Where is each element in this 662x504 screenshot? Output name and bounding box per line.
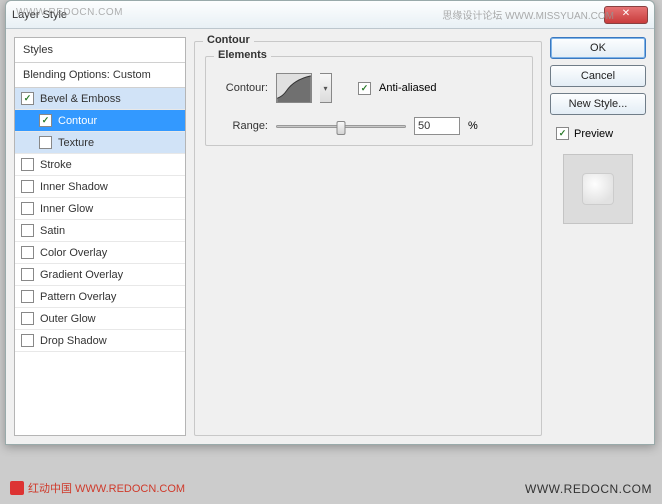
- preview-row: Preview: [556, 127, 646, 140]
- style-item-label: Drop Shadow: [40, 335, 107, 347]
- redocn-logo-icon: [10, 481, 24, 495]
- style-checkbox[interactable]: [21, 334, 34, 347]
- style-item-bevel-emboss[interactable]: Bevel & Emboss: [15, 88, 185, 110]
- style-checkbox[interactable]: [39, 114, 52, 127]
- style-item-texture[interactable]: Texture: [15, 132, 185, 154]
- styles-panel: Styles Blending Options: Custom Bevel & …: [14, 37, 186, 436]
- style-item-inner-shadow[interactable]: Inner Shadow: [15, 176, 185, 198]
- elements-group-title: Elements: [214, 49, 271, 61]
- elements-group: Elements Contour: Anti-aliased Range:: [205, 56, 533, 146]
- preview-thumbnail: [582, 173, 614, 205]
- style-list: Bevel & Emboss Contour Texture Stroke Inner …: [15, 88, 185, 352]
- blending-options-row[interactable]: Blending Options: Custom: [15, 63, 185, 88]
- anti-aliased-label: Anti-aliased: [379, 82, 436, 94]
- contour-dropdown[interactable]: [320, 73, 332, 103]
- style-item-label: Inner Glow: [40, 203, 93, 215]
- watermark-left: WWW.REDOCN.COM: [16, 7, 123, 18]
- style-item-inner-glow[interactable]: Inner Glow: [15, 198, 185, 220]
- style-item-outer-glow[interactable]: Outer Glow: [15, 308, 185, 330]
- style-item-gradient-overlay[interactable]: Gradient Overlay: [15, 264, 185, 286]
- styles-header[interactable]: Styles: [15, 38, 185, 63]
- style-item-label: Color Overlay: [40, 247, 107, 259]
- right-button-panel: OK Cancel New Style... Preview: [550, 37, 646, 436]
- range-slider-thumb[interactable]: [337, 121, 346, 135]
- style-item-label: Stroke: [40, 159, 72, 171]
- anti-aliased-checkbox[interactable]: [358, 82, 371, 95]
- style-checkbox[interactable]: [21, 224, 34, 237]
- style-checkbox[interactable]: [21, 158, 34, 171]
- style-item-label: Pattern Overlay: [40, 291, 116, 303]
- style-item-pattern-overlay[interactable]: Pattern Overlay: [15, 286, 185, 308]
- style-checkbox[interactable]: [21, 246, 34, 259]
- titlebar[interactable]: Layer Style WWW.REDOCN.COM 思缘设计论坛 WWW.MI…: [6, 1, 654, 29]
- style-item-label: Bevel & Emboss: [40, 93, 121, 105]
- content: Styles Blending Options: Custom Bevel & …: [6, 29, 654, 444]
- ok-button[interactable]: OK: [550, 37, 646, 59]
- footer-left: 红动中国 WWW.REDOCN.COM: [10, 480, 185, 496]
- style-item-contour[interactable]: Contour: [15, 110, 185, 132]
- range-slider[interactable]: [276, 125, 406, 128]
- preview-box: [563, 154, 633, 224]
- style-item-label: Texture: [58, 137, 94, 149]
- main-panel: Contour Elements Contour: Anti-aliased: [194, 37, 542, 436]
- range-input[interactable]: [414, 117, 460, 135]
- preview-label: Preview: [574, 128, 613, 140]
- watermark-right: 思缘设计论坛 WWW.MISSYUAN.COM: [442, 7, 614, 22]
- style-item-color-overlay[interactable]: Color Overlay: [15, 242, 185, 264]
- contour-picker[interactable]: [276, 73, 312, 103]
- style-checkbox[interactable]: [21, 180, 34, 193]
- contour-group: Contour Elements Contour: Anti-aliased: [194, 41, 542, 436]
- style-checkbox[interactable]: [21, 290, 34, 303]
- range-label: Range:: [216, 120, 268, 132]
- style-item-stroke[interactable]: Stroke: [15, 154, 185, 176]
- footer-right: WWW.REDOCN.COM: [525, 482, 652, 496]
- style-checkbox[interactable]: [39, 136, 52, 149]
- new-style-button[interactable]: New Style...: [550, 93, 646, 115]
- style-item-label: Inner Shadow: [40, 181, 108, 193]
- range-unit: %: [468, 120, 478, 132]
- contour-group-title: Contour: [203, 34, 254, 46]
- preview-checkbox[interactable]: [556, 127, 569, 140]
- cancel-button[interactable]: Cancel: [550, 65, 646, 87]
- layer-style-dialog: Layer Style WWW.REDOCN.COM 思缘设计论坛 WWW.MI…: [5, 0, 655, 445]
- style-checkbox[interactable]: [21, 268, 34, 281]
- style-item-label: Contour: [58, 115, 97, 127]
- style-checkbox[interactable]: [21, 92, 34, 105]
- style-item-label: Satin: [40, 225, 65, 237]
- style-checkbox[interactable]: [21, 312, 34, 325]
- style-item-satin[interactable]: Satin: [15, 220, 185, 242]
- style-item-drop-shadow[interactable]: Drop Shadow: [15, 330, 185, 352]
- contour-label: Contour:: [216, 82, 268, 94]
- style-checkbox[interactable]: [21, 202, 34, 215]
- style-item-label: Outer Glow: [40, 313, 96, 325]
- style-item-label: Gradient Overlay: [40, 269, 123, 281]
